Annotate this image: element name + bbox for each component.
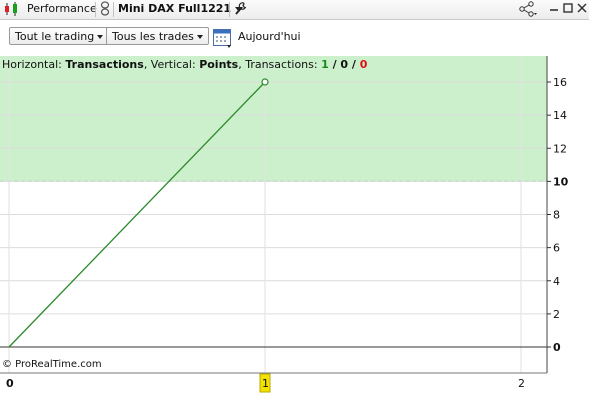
minimize-icon[interactable] [548,0,560,19]
separator [229,2,230,17]
calendar-icon[interactable] [212,27,234,52]
trading-scope-label: Tout le trading [15,30,95,43]
info-vertical-value: Points [199,58,239,71]
y-tick-label: 2 [553,308,560,321]
profit-zone [0,56,547,182]
link-icon[interactable] [99,0,111,19]
y-tick-label: 10 [553,175,569,188]
today-button[interactable]: Aujourd'hui [238,30,301,43]
chart-info-line: Horizontal: Transactions, Vertical: Poin… [2,58,367,71]
title-bar: Performance Mini DAX Full1221 [0,0,589,20]
x-axis-ticks: 0 1 2 [6,373,525,393]
losing-trades-count: 0 [359,58,368,71]
winning-trades-count: 1 [321,58,329,71]
y-tick-label: 4 [553,275,560,288]
y-tick-label: 12 [553,142,567,155]
share-icon[interactable] [518,0,540,19]
x-tick-label: 0 [6,377,14,390]
y-tick-label: 14 [553,109,567,122]
info-divider: / [348,58,360,71]
close-icon[interactable] [576,0,588,19]
y-tick-label: 16 [553,76,567,89]
info-transactions-label: , Transactions: [238,58,322,71]
neutral-trades-count: 0 [340,58,349,71]
instrument-selector[interactable]: Mini DAX Full1221 [118,0,244,19]
performance-chart: 0246810121416 012 [0,56,569,393]
candlestick-icon [3,0,21,19]
y-tick-label: 6 [553,242,560,255]
chevron-down-icon [196,35,203,39]
info-horizontal-value: Transactions [65,58,144,71]
y-axis-ticks: 0 2 4 6 8 10 12 14 16 [547,76,569,354]
x-tick-label: 1 [262,377,269,390]
wrench-icon[interactable] [234,0,248,19]
x-tick-label: 2 [518,377,525,390]
info-horizontal-label: Horizontal: [2,58,66,71]
trading-scope-dropdown[interactable]: Tout le trading [9,27,110,45]
trades-filter-label: Tous les trades [112,30,194,43]
copyright-notice: © ProRealTime.com [2,359,102,370]
instrument-name: Mini DAX Full1221 [118,2,232,15]
data-point [261,78,269,86]
trades-filter-dropdown[interactable]: Tous les trades [106,27,209,45]
y-tick-label: 0 [553,341,561,354]
chevron-down-icon [97,35,104,39]
maximize-icon[interactable] [562,0,574,19]
separator [95,2,96,17]
y-tick-label: 8 [553,209,560,222]
separator [113,2,114,17]
info-vertical-label: , Vertical: [143,58,200,71]
info-divider: / [328,58,341,71]
panel-title: Performance [27,2,97,15]
toolbar: Tout le trading Tous les trades Aujourd'… [0,20,589,56]
